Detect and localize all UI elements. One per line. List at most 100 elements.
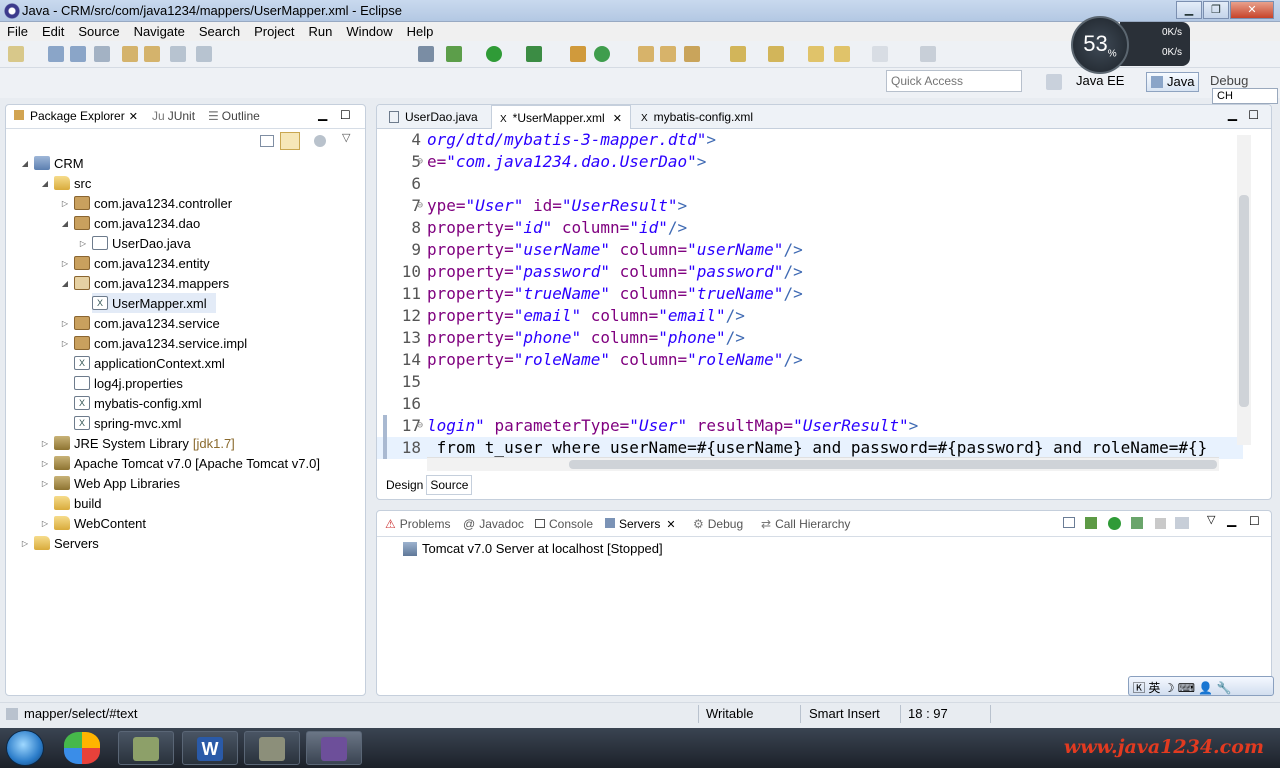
fold-toggle-icon[interactable]: ⊖ [417,415,423,437]
cpu-usage-widget[interactable]: 53% [1071,16,1129,74]
maximize-view-button[interactable]: ☐ [340,108,351,122]
perspective-java[interactable]: Java [1146,72,1200,92]
scroll-thumb[interactable] [569,460,1217,469]
tab-servers[interactable]: Servers ✕ [605,517,676,531]
collapsed-arrow-icon[interactable]: ▷ [40,519,50,528]
collapsed-arrow-icon[interactable]: ▷ [40,459,50,468]
maximize-editor-button[interactable]: ☐ [1248,108,1259,122]
debug-icon[interactable] [446,46,462,62]
link-with-editor-icon[interactable] [280,132,300,150]
stop-server-icon[interactable] [1155,518,1166,529]
code-line[interactable]: 7 ⊖ ype="User" id="UserResult"> [377,195,1243,217]
collapsed-arrow-icon[interactable]: ▷ [20,539,30,548]
skip-breakpoints-icon[interactable] [418,46,434,62]
expanded-arrow-icon[interactable]: ◢ [20,159,30,168]
tree-item-userdao[interactable]: ▷ UserDao.java [78,233,191,253]
last-edit-icon[interactable] [808,46,824,62]
tab-javadoc[interactable]: @ Javadoc [463,517,524,531]
close-icon[interactable]: ✕ [613,113,622,125]
next-annotation-icon[interactable] [730,46,746,62]
save-icon[interactable] [48,46,64,62]
code-line[interactable]: 17 ⊖ login" parameterType="User" resultMap… [377,415,1243,437]
code-line[interactable]: 15 [377,371,1243,393]
tree-item-service[interactable]: ▷ com.java1234.service [60,313,220,333]
menu-window[interactable]: Window [339,22,399,39]
tree-item-webapp-libs[interactable]: ▷ Web App Libraries [40,473,180,493]
tab-problems[interactable]: ⚠ Problems [385,517,450,531]
run-external-icon[interactable] [526,46,542,62]
start-server-icon[interactable] [1108,517,1121,530]
new-server-icon[interactable] [570,46,586,62]
view-menu-icon[interactable] [314,135,326,147]
tab-debug[interactable]: ⚙ Debug [693,517,743,531]
fold-toggle-icon[interactable]: ⊖ [417,151,423,173]
maximize-button[interactable]: ❐ [1203,1,1229,19]
tree-item-mappers[interactable]: ◢ com.java1234.mappers [60,273,229,293]
tab-mybatis-config-xml[interactable]: Xmybatis-config.xml [633,105,761,129]
fold-toggle-icon[interactable]: ⊖ [417,195,423,217]
vertical-scrollbar[interactable] [1237,135,1251,445]
horizontal-scrollbar[interactable] [427,457,1219,471]
minimize-editor-button[interactable]: ▁ [1228,107,1237,121]
new-package-icon[interactable] [638,46,654,62]
collapsed-arrow-icon[interactable]: ▷ [40,479,50,488]
tree-item-service-impl[interactable]: ▷ com.java1234.service.impl [60,333,247,353]
minimize-button[interactable]: ▁ [1176,1,1202,19]
code-line[interactable]: 16 [377,393,1243,415]
tab-outline[interactable]: ☰ Outline [208,109,260,123]
perspective-java-ee[interactable]: Java EE [1072,72,1128,92]
refresh-icon[interactable] [594,46,610,62]
view-dropdown-icon[interactable]: ▽ [342,131,350,144]
tree-item-entity[interactable]: ▷ com.java1234.entity [60,253,210,273]
prev-annotation-icon[interactable] [768,46,784,62]
collapsed-arrow-icon[interactable]: ▷ [78,239,88,248]
minimize-view-button[interactable]: ▁ [1227,513,1236,527]
tree-item-mybatis-config[interactable]: Xmybatis-config.xml [74,393,202,413]
collapse-all-icon[interactable] [260,135,274,147]
code-line[interactable]: 9 property="userName" column="userName"/> [377,239,1243,261]
new-icon[interactable] [8,46,24,62]
forward-icon[interactable] [872,46,888,62]
tree-item-servers[interactable]: ▷ Servers [20,533,99,553]
tree-item-dao[interactable]: ◢ com.java1234.dao [60,213,200,233]
tab-call-hierarchy[interactable]: ⇄ Call Hierarchy [761,517,850,531]
format-icon[interactable] [196,46,212,62]
code-line[interactable]: 18 from t_user where userName=#{userName… [377,437,1243,459]
tab-usermapper-xml[interactable]: X *UserMapper.xml ✕ [491,105,631,129]
expanded-arrow-icon[interactable]: ◢ [40,179,50,188]
tree-item-controller[interactable]: ▷ com.java1234.controller [60,193,232,213]
taskbar-eclipse[interactable] [306,731,362,765]
tree-item-spring-mvc[interactable]: Xspring-mvc.xml [74,413,181,433]
back-icon[interactable] [834,46,850,62]
menu-search[interactable]: Search [192,22,247,39]
close-icon[interactable]: ✕ [129,111,138,123]
menu-edit[interactable]: Edit [35,22,71,39]
menu-run[interactable]: Run [302,22,340,39]
code-line[interactable]: 8 property="id" column="id"/> [377,217,1243,239]
run-icon[interactable] [486,46,502,62]
menu-help[interactable]: Help [400,22,441,39]
tree-item-src[interactable]: ◢ src [40,173,91,193]
tree-item-jre[interactable]: ▷ JRE System Library [jdk1.7] [40,433,235,453]
ime-mini-bar[interactable]: CH [1212,88,1278,104]
collapsed-arrow-icon[interactable]: ▷ [60,319,70,328]
menu-navigate[interactable]: Navigate [127,22,192,39]
server-item-tomcat[interactable]: Tomcat v7.0 Server at localhost [Stopped… [403,541,663,556]
tab-package-explorer[interactable]: Package Explorer ✕ [14,109,138,123]
app-launcher-icon[interactable] [64,732,100,764]
taskbar-recorder[interactable] [244,731,300,765]
menu-file[interactable]: File [0,22,35,39]
tree-item-crm[interactable]: ◢ CRM [20,153,84,173]
open-perspective-icon[interactable] [1046,74,1062,90]
toggle-mark-icon[interactable] [170,46,186,62]
build-icon[interactable] [122,46,138,62]
pin-editor-icon[interactable] [920,46,936,62]
minimize-view-button[interactable]: ▁ [318,107,327,121]
code-line[interactable]: 11 property="trueName" column="trueName"/… [377,283,1243,305]
taskbar-word[interactable]: W [182,731,238,765]
collapsed-arrow-icon[interactable]: ▷ [60,339,70,348]
ime-toolbar[interactable]: 🄺 英 ☽ ⌨ 👤 🔧 [1128,676,1274,696]
search-icon[interactable] [684,46,700,62]
expanded-arrow-icon[interactable]: ◢ [60,219,70,228]
open-folder-icon[interactable] [660,46,676,62]
